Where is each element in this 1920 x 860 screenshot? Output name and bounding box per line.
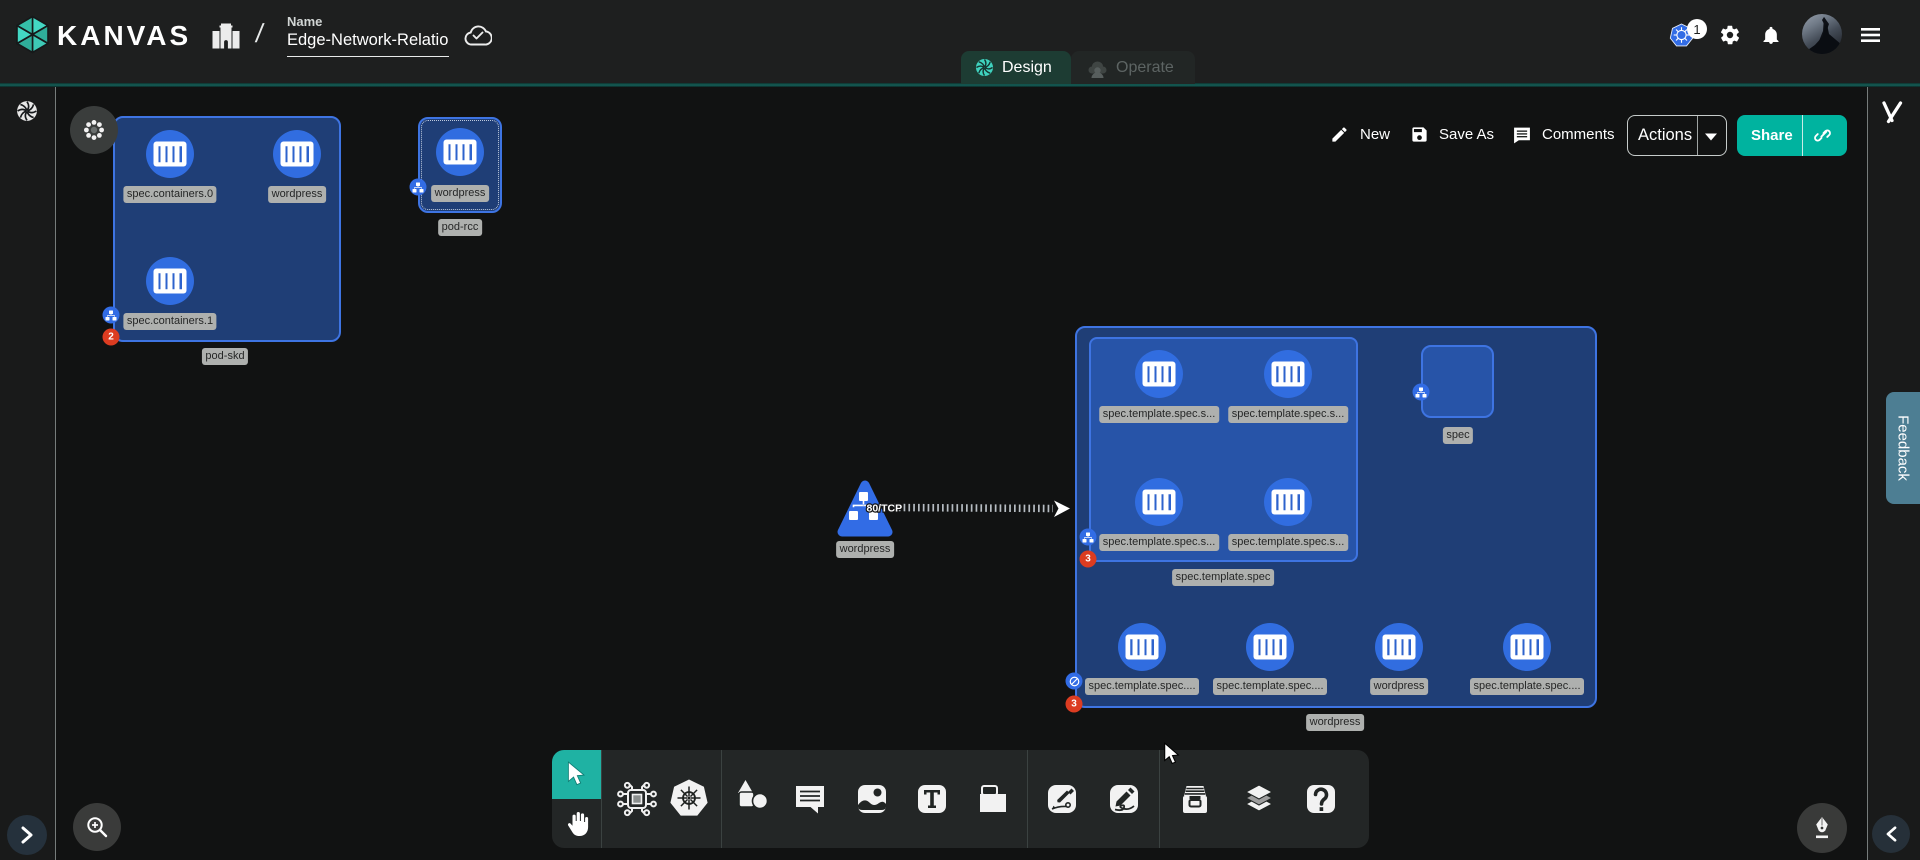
svg-text:80/TCP: 80/TCP	[867, 503, 903, 515]
